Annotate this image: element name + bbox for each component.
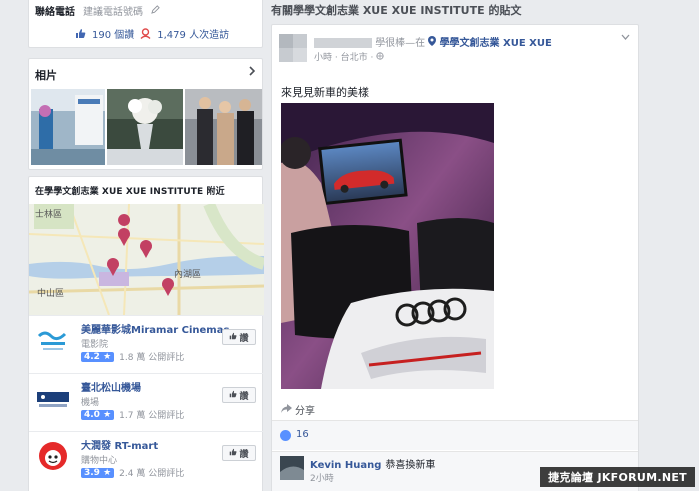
thumbs-up-icon: [229, 390, 237, 401]
pencil-icon[interactable]: [151, 4, 160, 17]
map-label: 內湖區: [174, 269, 201, 280]
photo-thumbnail[interactable]: [107, 89, 183, 165]
nearby-card: 在學學文創志業 XUE XUE INSTITUTE 附近 士林區 內湖區 中山區: [28, 176, 264, 491]
post-meta: 小時 · 台北市 ·: [314, 50, 384, 63]
chevron-right-icon[interactable]: [248, 65, 256, 79]
contact-label: 聯絡電話: [35, 6, 75, 18]
thumbs-up-icon: [229, 448, 237, 459]
author-suffix: 學很棒—在: [375, 38, 426, 49]
post-text: 來見見新車的美樣: [281, 86, 369, 99]
like-label: 讚: [239, 333, 249, 344]
like-button[interactable]: 讚: [222, 329, 256, 345]
location-pin-icon: [428, 36, 439, 49]
checkin-pin-icon: [140, 28, 151, 40]
rating-badge: 3.9 ★: [81, 467, 115, 478]
page-info-card: 聯絡電話 建議電話號碼 190 個讚 1,479 人次造訪: [28, 0, 263, 48]
place-rating: 3.9 ★ 2.4 萬 公開評比: [81, 466, 184, 479]
commenter-avatar[interactable]: [280, 456, 304, 480]
author-avatar[interactable]: [279, 34, 307, 62]
photo-thumbnail[interactable]: [185, 89, 262, 165]
photos-title[interactable]: 相片: [35, 67, 57, 83]
posts-section-title: 有關學學文創志業 XUE XUE INSTITUTE 的貼文: [271, 4, 522, 17]
songshan-airport-logo[interactable]: [35, 380, 71, 416]
reactions-bar: 16: [272, 420, 638, 450]
rating-badge: 4.0 ★: [81, 409, 115, 420]
likes-count[interactable]: 190 個讚: [92, 26, 134, 41]
place-category: 機場: [81, 398, 100, 408]
page-stats: 190 個讚 1,479 人次造訪: [75, 26, 229, 41]
like-button[interactable]: 讚: [222, 387, 256, 403]
thumbs-up-icon: [229, 332, 237, 343]
share-button[interactable]: 分享: [281, 402, 315, 417]
miramar-logo[interactable]: [35, 322, 71, 358]
map-label: 士林區: [35, 208, 62, 220]
chevron-down-icon[interactable]: [621, 32, 630, 43]
map-label: 中山區: [37, 287, 64, 299]
post-time-location[interactable]: 小時 · 台北市 ·: [314, 53, 376, 63]
reaction-count[interactable]: 16: [296, 429, 309, 440]
nearby-place[interactable]: 大潤發 RT-mart 購物中心 3.9 ★ 2.4 萬 公開評比 讚: [29, 431, 264, 489]
like-label: 讚: [239, 449, 249, 460]
blurred-author-name[interactable]: [314, 38, 372, 48]
like-reaction-icon: [280, 430, 291, 441]
place-category: 購物中心: [81, 456, 118, 466]
like-label: 讚: [239, 391, 249, 402]
commenter-name[interactable]: Kevin Huang: [310, 460, 381, 471]
suggest-phone-link[interactable]: 建議電話號碼: [83, 3, 143, 18]
share-arrow-icon: [281, 403, 292, 416]
tagged-page-link[interactable]: 學學文創志業 XUE XUE: [440, 38, 552, 49]
watermark: 捷克論壇 JKFORUM.NET: [540, 467, 695, 487]
nearby-title: 在學學文創志業 XUE XUE INSTITUTE 附近: [35, 187, 225, 197]
place-rating: 4.2 ★ 1.8 萬 公開評比: [81, 350, 184, 363]
comment-text: 恭喜換新車: [385, 460, 436, 471]
place-name[interactable]: 美麗華影城Miramar Cinemas: [81, 321, 229, 336]
checkins-count[interactable]: 1,479 人次造訪: [157, 26, 229, 41]
nearby-map[interactable]: 士林區 內湖區 中山區: [29, 204, 264, 315]
globe-icon: [376, 52, 384, 63]
place-rating: 4.0 ★ 1.7 萬 公開評比: [81, 408, 184, 421]
photos-card: 相片: [28, 58, 263, 170]
place-category: 電影院: [81, 340, 109, 350]
like-button[interactable]: 讚: [222, 445, 256, 461]
rt-mart-logo[interactable]: [35, 438, 71, 474]
review-count: 2.4 萬 公開評比: [119, 469, 185, 479]
thumbs-up-icon: [75, 28, 86, 39]
post-photo[interactable]: [281, 103, 494, 389]
comment-line: Kevin Huang 恭喜換新車: [310, 456, 435, 471]
review-count: 1.7 萬 公開評比: [119, 411, 185, 421]
comment-timestamp[interactable]: 2小時: [310, 471, 334, 484]
place-name[interactable]: 大潤發 RT-mart: [81, 437, 158, 452]
post-card: 學很棒—在 學學文創志業 XUE XUE 小時 · 台北市 · 來見見新車的美樣: [271, 24, 639, 491]
photo-thumbnail[interactable]: [31, 89, 105, 165]
post-author-line: 學很棒—在 學學文創志業 XUE XUE: [314, 34, 552, 49]
contact-row: 聯絡電話 建議電話號碼: [35, 3, 160, 18]
rating-badge: 4.2 ★: [81, 351, 115, 362]
nearby-place[interactable]: 美麗華影城Miramar Cinemas 電影院 4.2 ★ 1.8 萬 公開評…: [29, 315, 264, 373]
place-name[interactable]: 臺北松山機場: [81, 379, 141, 394]
share-label: 分享: [295, 406, 315, 417]
review-count: 1.8 萬 公開評比: [119, 353, 185, 363]
nearby-place[interactable]: 臺北松山機場 機場 4.0 ★ 1.7 萬 公開評比 讚: [29, 373, 264, 431]
